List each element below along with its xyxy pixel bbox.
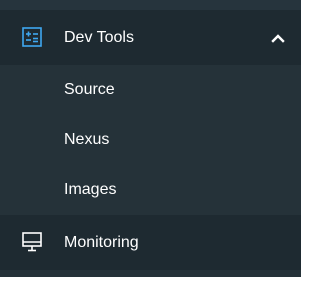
monitor-icon — [20, 230, 44, 254]
sidebar-item-label: Monitoring — [64, 233, 139, 251]
sidebar-item-label: Dev Tools — [64, 28, 134, 46]
sidebar-subitem-label: Images — [64, 181, 117, 198]
sidebar-top-strip — [0, 0, 301, 10]
sidebar-subitem-source[interactable]: Source — [0, 65, 301, 115]
dev-tools-submenu: Source Nexus Images — [0, 65, 301, 215]
chevron-up-icon[interactable] — [268, 28, 288, 48]
sidebar-bottom-strip — [0, 270, 301, 277]
sidebar-subitem-nexus[interactable]: Nexus — [0, 115, 301, 165]
sidebar-item-monitoring[interactable]: Monitoring — [0, 215, 301, 270]
dev-tools-icon — [20, 25, 44, 49]
sidebar-subitem-label: Source — [64, 81, 115, 98]
sidebar-nav: Dev Tools Source Nexus Images Monitoring — [0, 0, 301, 277]
sidebar-item-dev-tools[interactable]: Dev Tools — [0, 10, 301, 65]
sidebar-subitem-images[interactable]: Images — [0, 165, 301, 215]
sidebar-subitem-label: Nexus — [64, 131, 110, 148]
